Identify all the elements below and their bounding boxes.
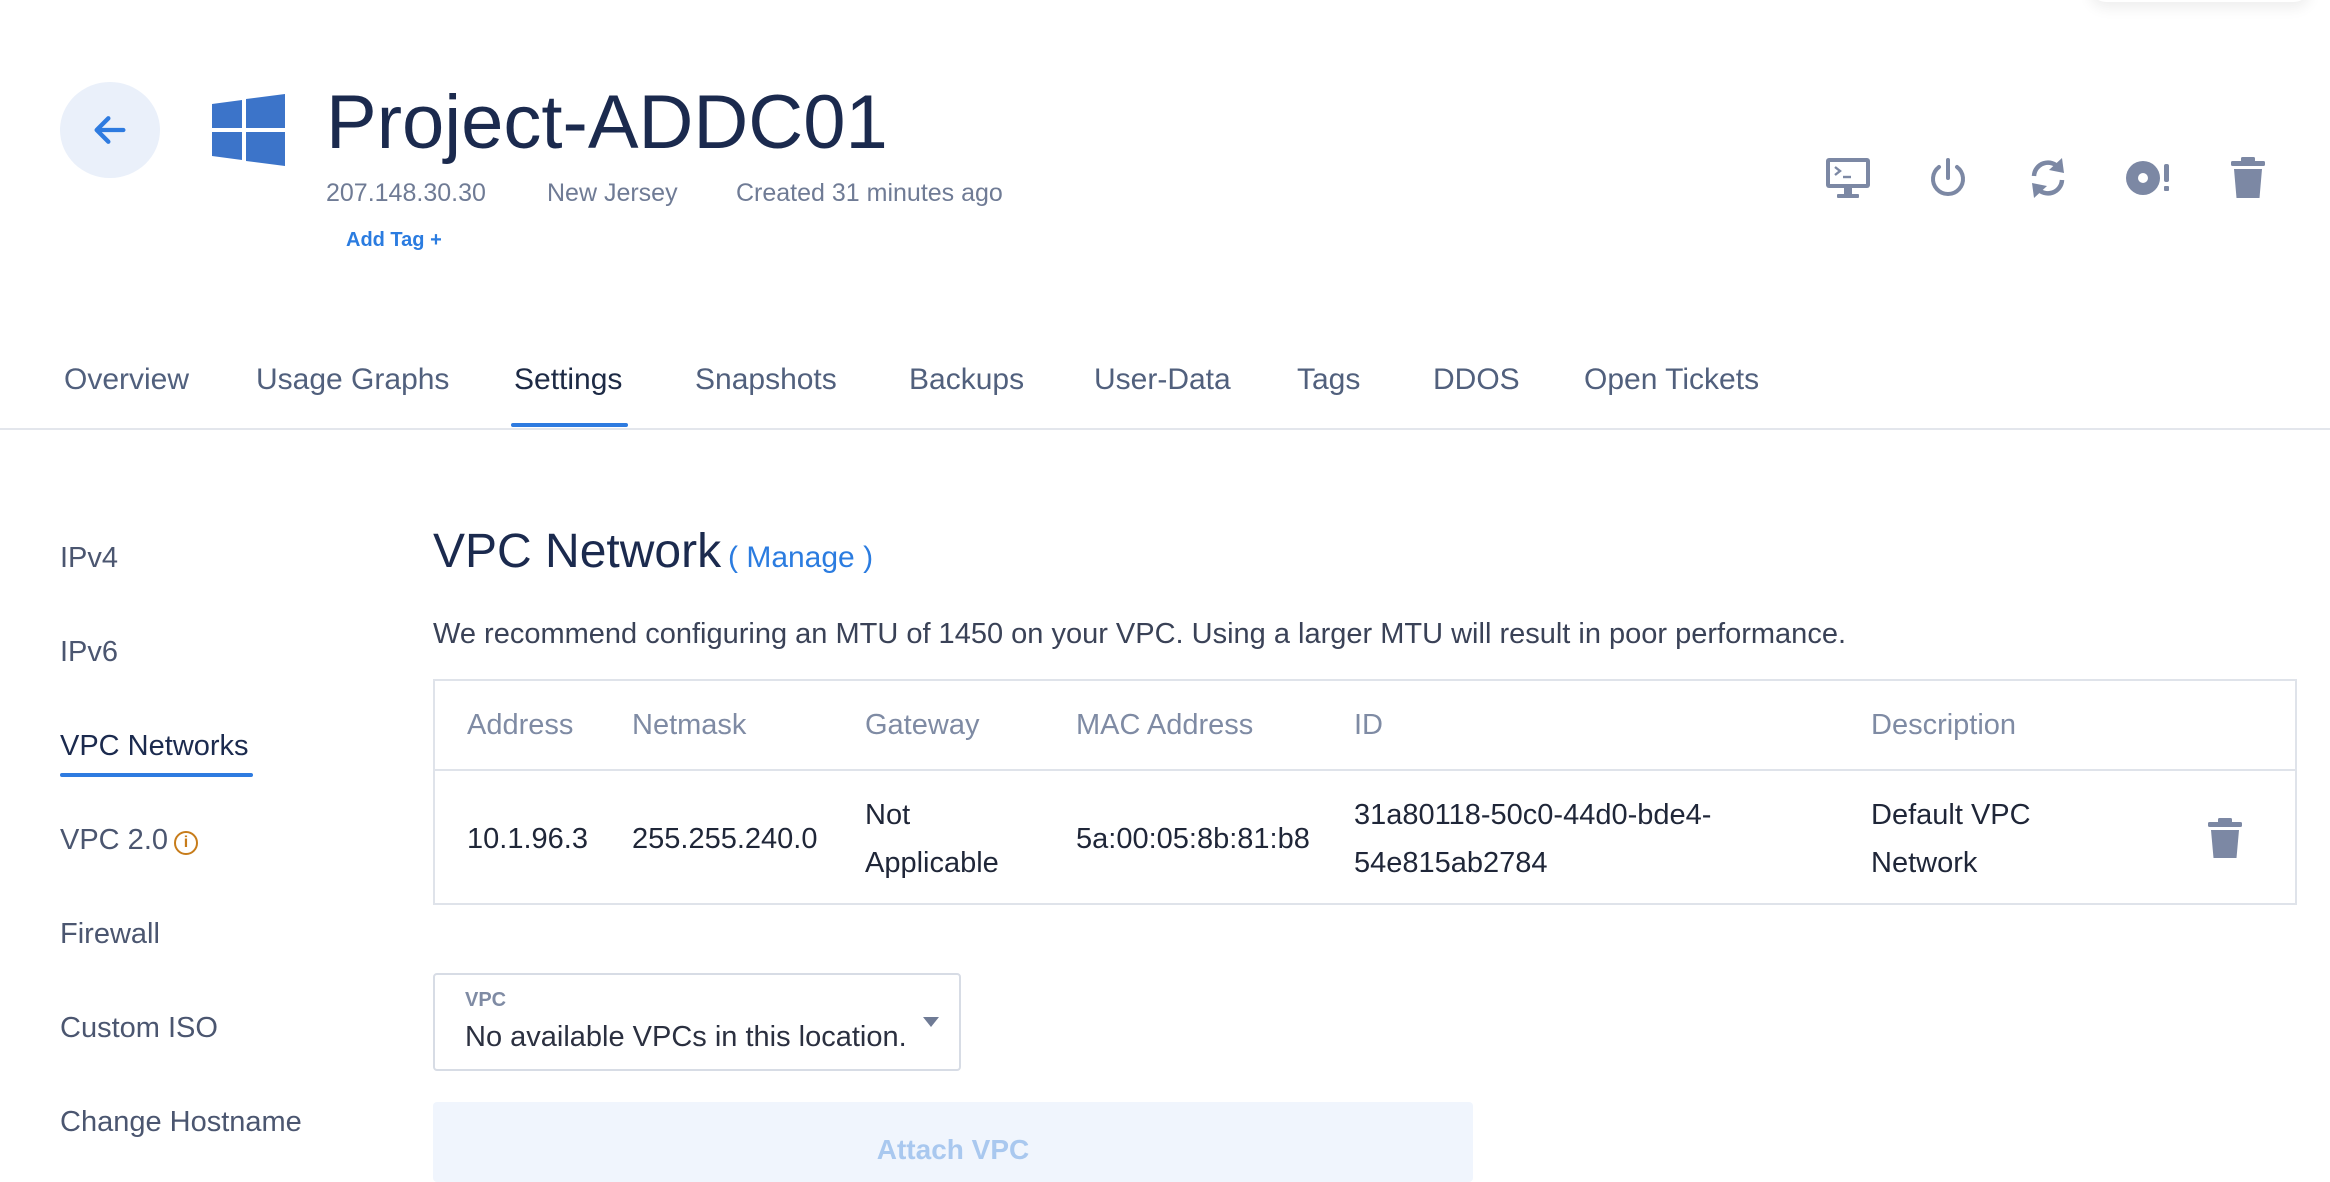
column-header-mac-address: MAC Address bbox=[1076, 709, 1254, 741]
attach-vpc-label: Attach VPC bbox=[876, 1134, 1030, 1165]
table-header-divider bbox=[435, 769, 2295, 771]
tab-settings[interactable]: Settings bbox=[514, 360, 622, 410]
sidebar-item-label: VPC 2.0 bbox=[60, 824, 168, 856]
console-icon bbox=[1826, 158, 1870, 198]
cell-id: 31a80118-50c0-44d0-bde4- 54e815ab2784 bbox=[1354, 791, 1711, 887]
sidebar-item-ipv4[interactable]: IPv4 bbox=[60, 540, 118, 576]
cell-description: Default VPC Network bbox=[1871, 791, 2031, 887]
active-sidebar-indicator bbox=[60, 773, 253, 777]
cell-netmask: 255.255.240.0 bbox=[632, 823, 818, 855]
manage-link[interactable]: ( Manage ) bbox=[728, 540, 873, 576]
cell-gateway-line-1: Not bbox=[865, 799, 911, 831]
column-header-netmask: Netmask bbox=[632, 709, 747, 741]
sidebar-item-custom-iso[interactable]: Custom ISO bbox=[60, 1010, 218, 1046]
cell-mac-address: 5a:00:05:8b:81:b8 bbox=[1076, 823, 1310, 855]
mtu-note: We recommend configuring an MTU of 1450 … bbox=[433, 618, 1846, 650]
reinstall-icon bbox=[2126, 161, 2169, 195]
vpc-select-label: VPC bbox=[465, 989, 507, 1011]
tab-user-data[interactable]: User-Data bbox=[1094, 360, 1231, 410]
cell-id-line-2: 54e815ab2784 bbox=[1354, 847, 1548, 879]
server-created: Created 31 minutes ago bbox=[736, 179, 1003, 207]
server-title: Project-ADDC01 bbox=[326, 80, 888, 165]
server-ip: 207.148.30.30 bbox=[326, 179, 486, 207]
tab-usage-graphs[interactable]: Usage Graphs bbox=[256, 360, 449, 410]
sidebar-item-vpc-2[interactable]: VPC 2.0 i bbox=[60, 822, 198, 858]
server-location: New Jersey bbox=[547, 179, 678, 207]
top-right-panel-edge bbox=[2090, 0, 2310, 2]
cell-address: 10.1.96.3 bbox=[467, 823, 588, 855]
delete-vpc-button[interactable] bbox=[2207, 817, 2243, 859]
sidebar-item-ipv6[interactable]: IPv6 bbox=[60, 634, 118, 670]
power-button[interactable] bbox=[1918, 152, 1978, 204]
cell-gateway: Not Applicable bbox=[865, 791, 999, 887]
restart-icon bbox=[2031, 158, 2065, 198]
back-button[interactable] bbox=[60, 82, 160, 178]
attach-vpc-button[interactable]: Attach VPC bbox=[433, 1102, 1473, 1182]
tab-backups[interactable]: Backups bbox=[909, 360, 1024, 410]
add-tag-link[interactable]: Add Tag + bbox=[346, 229, 442, 252]
sidebar-item-vpc-networks[interactable]: VPC Networks bbox=[60, 728, 249, 764]
tab-open-tickets[interactable]: Open Tickets bbox=[1584, 360, 1759, 410]
tab-overview[interactable]: Overview bbox=[64, 360, 189, 410]
cell-id-line-1: 31a80118-50c0-44d0-bde4- bbox=[1354, 799, 1712, 831]
column-header-gateway: Gateway bbox=[865, 709, 980, 741]
cell-description-line-1: Default VPC bbox=[1871, 799, 2031, 831]
tab-ddos[interactable]: DDOS bbox=[1433, 360, 1520, 410]
info-icon[interactable]: i bbox=[174, 831, 198, 855]
tab-bar: Overview Usage Graphs Settings Snapshots… bbox=[0, 350, 2330, 430]
console-button[interactable] bbox=[1818, 152, 1878, 204]
sidebar-item-change-hostname[interactable]: Change Hostname bbox=[60, 1104, 302, 1140]
cell-gateway-line-2: Applicable bbox=[865, 847, 999, 879]
tab-tags[interactable]: Tags bbox=[1297, 360, 1360, 410]
arrow-left-icon bbox=[94, 116, 126, 144]
vpc-select[interactable]: VPC No available VPCs in this location. bbox=[433, 973, 961, 1071]
restart-button[interactable] bbox=[2018, 152, 2078, 204]
vpc-select-value: No available VPCs in this location. bbox=[465, 1021, 907, 1053]
trash-icon bbox=[2231, 157, 2265, 198]
power-icon bbox=[1931, 158, 1965, 196]
vpc-table: Address Netmask Gateway MAC Address ID D… bbox=[433, 679, 2297, 905]
column-header-address: Address bbox=[467, 709, 574, 741]
column-header-description: Description bbox=[1871, 709, 2017, 741]
tab-snapshots[interactable]: Snapshots bbox=[695, 360, 837, 410]
caret-down-icon bbox=[923, 1017, 939, 1027]
destroy-button[interactable] bbox=[2218, 152, 2278, 204]
cell-description-line-2: Network bbox=[1871, 847, 1978, 879]
column-header-id: ID bbox=[1354, 709, 1383, 741]
section-title: VPC Network bbox=[433, 525, 722, 578]
windows-logo-icon bbox=[212, 94, 285, 166]
reinstall-button[interactable] bbox=[2118, 152, 2178, 204]
active-tab-indicator bbox=[511, 423, 628, 427]
sidebar-item-firewall[interactable]: Firewall bbox=[60, 916, 160, 952]
